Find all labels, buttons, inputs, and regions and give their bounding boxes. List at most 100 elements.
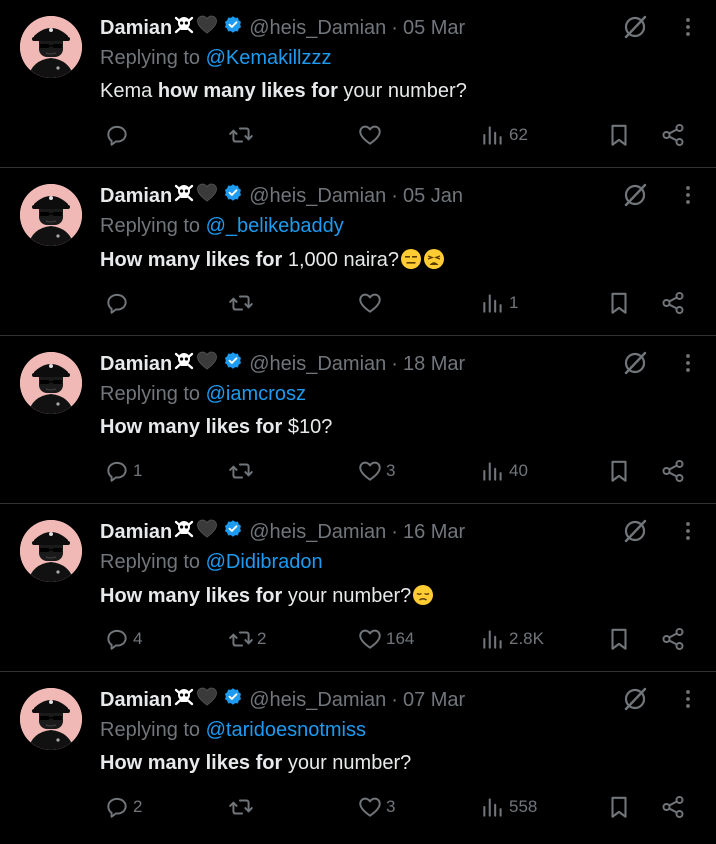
- tweet-feed: Damian @heis_Damian · 05 Mar Replying to…: [0, 0, 716, 840]
- verified-badge-icon: [223, 15, 243, 41]
- share-button[interactable]: [660, 458, 686, 484]
- grok-icon[interactable]: [622, 350, 648, 381]
- more-options-icon[interactable]: [678, 686, 698, 717]
- avatar[interactable]: [20, 16, 82, 78]
- tweet-text-segment: Kema: [100, 80, 158, 102]
- views-button[interactable]: 62: [480, 122, 528, 148]
- reply-button[interactable]: [104, 122, 133, 148]
- share-button[interactable]: [660, 794, 686, 820]
- bookmark-icon: [611, 460, 627, 482]
- grok-icon[interactable]: [622, 518, 648, 549]
- reply-button[interactable]: 2: [104, 794, 142, 820]
- reply-button[interactable]: 4: [104, 626, 142, 652]
- retweet-icon: [229, 127, 253, 143]
- bookmark-button[interactable]: [606, 122, 632, 148]
- tweet[interactable]: Damian @he: [0, 504, 716, 672]
- author-name[interactable]: Damian: [100, 521, 172, 544]
- tweet[interactable]: Damian @he: [0, 0, 716, 168]
- grok-icon[interactable]: [622, 182, 648, 213]
- bookmark-icon: [611, 796, 627, 818]
- author-handle[interactable]: @heis_Damian: [249, 185, 386, 208]
- more-options-icon[interactable]: [678, 182, 698, 213]
- author-handle[interactable]: @heis_Damian: [249, 521, 386, 544]
- tweet[interactable]: Damian @he: [0, 336, 716, 504]
- more-options-icon[interactable]: [678, 350, 698, 381]
- tweet-header: Damian @he: [100, 687, 465, 713]
- tweet-date[interactable]: 07 Mar: [403, 689, 465, 712]
- like-button[interactable]: [357, 290, 386, 316]
- tweet[interactable]: Damian @he: [0, 672, 716, 840]
- disappointed-face-icon: [412, 584, 434, 612]
- bookmark-button[interactable]: [606, 794, 632, 820]
- grok-icon[interactable]: [622, 686, 648, 717]
- author-name[interactable]: Damian: [100, 17, 172, 40]
- reply-button[interactable]: [104, 290, 133, 316]
- reply-icon: [107, 797, 127, 818]
- author-name[interactable]: Damian: [100, 689, 172, 712]
- avatar-image: [20, 688, 82, 750]
- reply-mention-link[interactable]: @_belikebaddy: [206, 215, 344, 237]
- like-count: 164: [386, 629, 415, 648]
- reply-button[interactable]: 1: [104, 458, 142, 484]
- tweet-header: Damian @he: [100, 15, 465, 41]
- reply-mention-link[interactable]: @iamcrosz: [206, 383, 306, 405]
- views-button[interactable]: 558: [480, 794, 537, 820]
- more-options-icon[interactable]: [678, 14, 698, 45]
- black-heart-icon: [196, 350, 218, 378]
- share-icon: [662, 795, 684, 819]
- like-button[interactable]: [357, 122, 386, 148]
- tweet-date[interactable]: 05 Jan: [403, 185, 463, 208]
- retweet-button[interactable]: 2: [228, 626, 266, 652]
- tweet-text-segment: $10?: [282, 416, 333, 438]
- share-button[interactable]: [660, 626, 686, 652]
- grok-icon[interactable]: [622, 14, 648, 45]
- author-handle[interactable]: @heis_Damian: [249, 689, 386, 712]
- reply-mention-link[interactable]: @taridoesnotmiss: [206, 719, 366, 741]
- author-handle[interactable]: @heis_Damian: [249, 17, 386, 40]
- heart-icon: [359, 125, 381, 145]
- author-name[interactable]: Damian: [100, 185, 172, 208]
- views-button[interactable]: 2.8K: [480, 626, 544, 652]
- retweet-button[interactable]: [228, 458, 257, 484]
- author-name[interactable]: Damian: [100, 353, 172, 376]
- separator-dot: ·: [391, 184, 398, 207]
- bookmark-button[interactable]: [606, 458, 632, 484]
- bookmark-button[interactable]: [606, 290, 632, 316]
- bookmark-button[interactable]: [606, 626, 632, 652]
- skull-crossbones-icon: [173, 350, 195, 378]
- replying-to: Replying to @Didibradon: [100, 551, 323, 574]
- replying-to: Replying to @_belikebaddy: [100, 215, 344, 238]
- reply-count: 1: [133, 461, 143, 480]
- verified-badge-icon: [223, 351, 243, 377]
- retweet-button[interactable]: [228, 290, 257, 316]
- view-count: 2.8K: [509, 629, 544, 648]
- avatar[interactable]: [20, 352, 82, 414]
- tweet[interactable]: Damian @he: [0, 168, 716, 336]
- tweet-text: How many likes for 1,000 naira?: [100, 248, 445, 276]
- share-button[interactable]: [660, 290, 686, 316]
- reply-mention-link[interactable]: @Kemakillzzz: [206, 47, 332, 69]
- like-button[interactable]: 3: [357, 458, 395, 484]
- views-button[interactable]: 40: [480, 458, 528, 484]
- tweet-date[interactable]: 05 Mar: [403, 17, 465, 40]
- like-button[interactable]: 164: [357, 626, 414, 652]
- retweet-button[interactable]: [228, 794, 257, 820]
- tweet-date[interactable]: 16 Mar: [403, 521, 465, 544]
- tweet-text-bold: How many likes for: [100, 249, 283, 271]
- views-button[interactable]: 1: [480, 290, 518, 316]
- share-button[interactable]: [660, 122, 686, 148]
- tweet-date[interactable]: 18 Mar: [403, 353, 465, 376]
- author-handle[interactable]: @heis_Damian: [249, 353, 386, 376]
- reply-mention-link[interactable]: @Didibradon: [206, 551, 323, 573]
- heart-icon: [359, 293, 381, 313]
- retweet-button[interactable]: [228, 122, 257, 148]
- like-count: 3: [386, 797, 396, 816]
- like-button[interactable]: 3: [357, 794, 395, 820]
- more-options-icon[interactable]: [678, 518, 698, 549]
- avatar[interactable]: [20, 520, 82, 582]
- black-heart-icon: [196, 686, 218, 714]
- avatar[interactable]: [20, 688, 82, 750]
- view-count: 1: [509, 293, 519, 312]
- avatar[interactable]: [20, 184, 82, 246]
- view-count: 62: [509, 125, 528, 144]
